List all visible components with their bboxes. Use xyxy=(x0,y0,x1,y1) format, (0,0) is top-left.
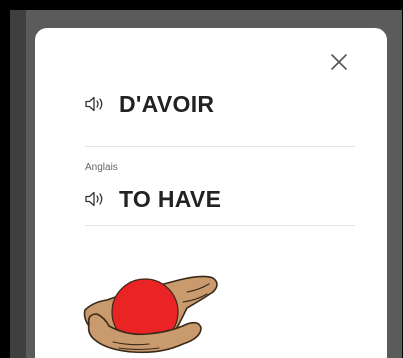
target-word: TO HAVE xyxy=(119,185,222,212)
speaker-icon[interactable] xyxy=(85,96,107,112)
target-word-row: TO HAVE xyxy=(85,183,221,215)
close-icon[interactable] xyxy=(327,50,351,74)
target-language-label: Anglais xyxy=(85,162,118,173)
hands-holding-ball-icon xyxy=(83,266,221,356)
close-button[interactable] xyxy=(327,50,351,74)
divider xyxy=(85,225,355,226)
source-word-row: D'AVOIR xyxy=(85,88,214,120)
speaker-icon[interactable] xyxy=(85,191,107,207)
divider xyxy=(85,146,355,147)
backdrop-edge xyxy=(10,10,26,358)
screen-backdrop: D'AVOIR Anglais TO HAVE xyxy=(10,10,402,358)
word-detail-card: D'AVOIR Anglais TO HAVE xyxy=(35,28,387,358)
source-word: D'AVOIR xyxy=(119,90,215,117)
